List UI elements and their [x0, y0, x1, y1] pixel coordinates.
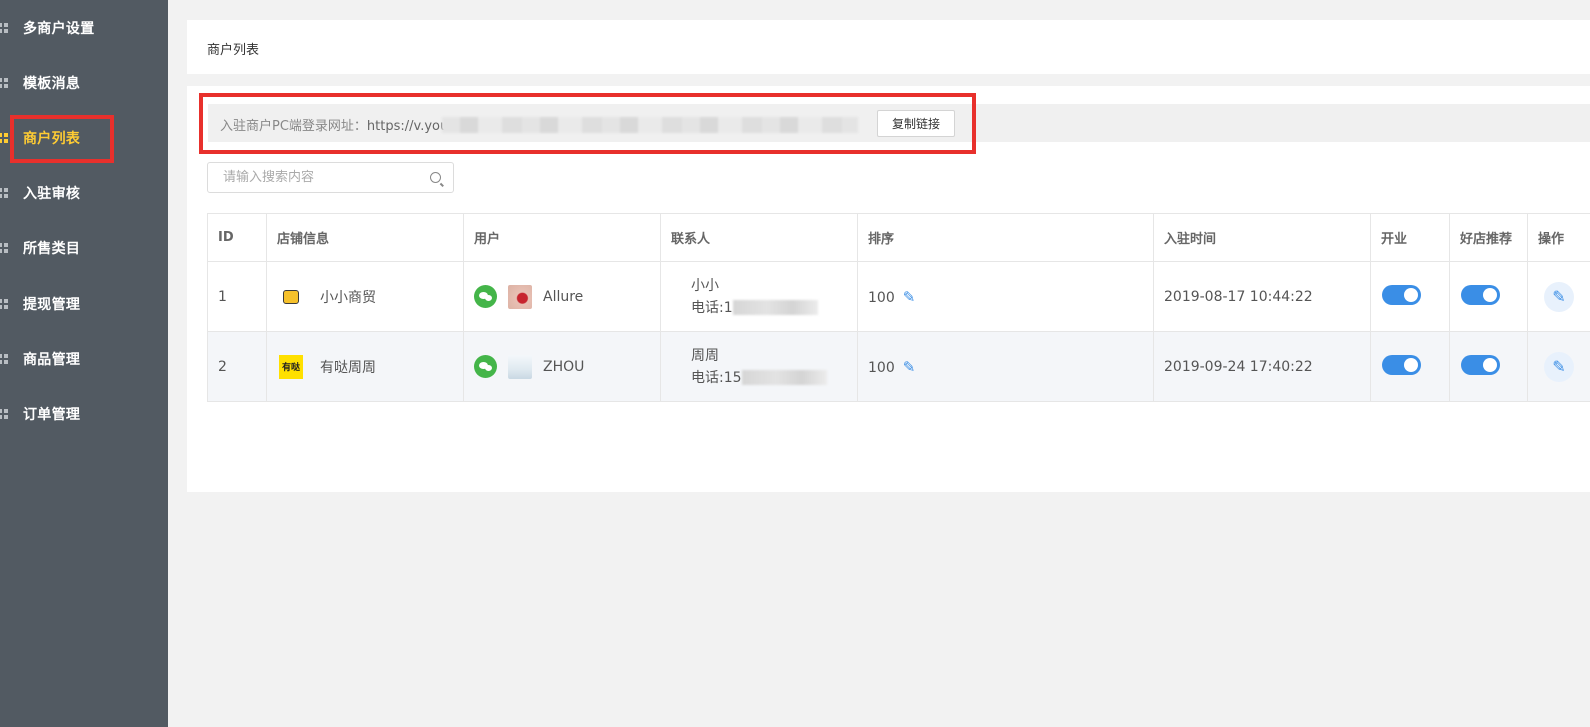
cell-actions: ✎ — [1527, 261, 1590, 332]
sidebar-item-categories[interactable]: 所售类目 — [0, 228, 168, 268]
column-header-open[interactable]: 开业 — [1370, 213, 1450, 262]
contact-name: 小小 — [691, 277, 719, 294]
sidebar-item-label: 模板消息 — [23, 76, 81, 92]
sidebar-item-products[interactable]: 商品管理 — [0, 339, 168, 379]
cell-contact: 小小 电话:1 — [660, 261, 858, 332]
table-row: 1 小小商贸 Allure 小小 电话:1 100 ✎ 2019-08-17 1… — [207, 261, 1590, 332]
contact-name: 周周 — [691, 347, 719, 364]
sidebar-item-template-messages[interactable]: 模板消息 — [0, 63, 168, 103]
open-toggle[interactable] — [1382, 284, 1421, 305]
search-icon[interactable] — [430, 172, 441, 183]
cell-time: 2019-09-24 17:40:22 — [1153, 331, 1371, 402]
recommend-toggle[interactable] — [1461, 284, 1500, 305]
contact-phone: 电话:15 — [691, 369, 742, 386]
cell-recommend — [1449, 331, 1528, 402]
wechat-icon — [474, 285, 497, 308]
edit-button[interactable]: ✎ — [1544, 281, 1574, 312]
search-box — [207, 162, 454, 193]
pencil-icon: ✎ — [1552, 357, 1566, 376]
avatar — [508, 354, 532, 379]
shopping-bag-icon — [283, 289, 299, 304]
sidebar-item-label: 多商户设置 — [23, 21, 95, 37]
sidebar-item-label: 提现管理 — [23, 297, 81, 313]
sidebar-item-multi-merchant-settings[interactable]: 多商户设置 — [0, 8, 168, 48]
column-header-recommend[interactable]: 好店推荐 — [1449, 213, 1528, 262]
cell-open — [1370, 261, 1450, 332]
pencil-icon[interactable]: ✎ — [903, 358, 916, 376]
column-header-actions[interactable]: 操作 — [1527, 213, 1590, 262]
cell-user: Allure — [463, 261, 661, 332]
pencil-icon: ✎ — [1552, 287, 1566, 306]
column-header-sort[interactable]: 排序 — [857, 213, 1154, 262]
user-name: ZHOU — [543, 358, 585, 375]
sidebar-item-entry-review[interactable]: 入驻审核 — [0, 173, 168, 213]
grid-icon — [0, 243, 8, 253]
cell-recommend — [1449, 261, 1528, 332]
cell-actions: ✎ — [1527, 331, 1590, 402]
cell-id: 1 — [207, 261, 267, 332]
pencil-icon[interactable]: ✎ — [903, 288, 916, 306]
url-highlight-box — [199, 93, 976, 154]
sidebar: 多商户设置 模板消息 商户列表 入驻审核 所售类目 提现管理 商品管理 订单管理 — [0, 0, 168, 727]
column-header-shop[interactable]: 店铺信息 — [266, 213, 464, 262]
cell-id: 2 — [207, 331, 267, 402]
contact-phone: 电话:1 — [691, 299, 733, 316]
sidebar-item-label: 订单管理 — [23, 407, 81, 423]
grid-icon — [0, 78, 8, 88]
table-row: 2 有哒 有哒周周 ZHOU 周周 电话:15 100 ✎ 2019-09-24… — [207, 331, 1590, 402]
sidebar-item-label: 入驻审核 — [23, 186, 81, 202]
redacted-phone — [732, 300, 818, 315]
grid-icon — [0, 188, 8, 198]
sort-value: 100 — [868, 289, 895, 306]
grid-icon — [0, 23, 8, 33]
open-toggle[interactable] — [1382, 354, 1421, 375]
shop-name: 小小商贸 — [320, 289, 376, 306]
user-name: Allure — [543, 288, 584, 305]
cell-open — [1370, 331, 1450, 402]
cell-sort: 100 ✎ — [857, 331, 1154, 402]
search-input[interactable] — [208, 163, 423, 192]
wechat-icon — [474, 355, 497, 378]
page-title: 商户列表 — [207, 43, 260, 58]
recommend-toggle[interactable] — [1461, 354, 1500, 375]
active-highlight-box — [10, 115, 114, 163]
cell-sort: 100 ✎ — [857, 261, 1154, 332]
table-header-row: ID 店铺信息 用户 联系人 排序 入驻时间 开业 好店推荐 操作 — [207, 213, 1590, 262]
sidebar-item-label: 所售类目 — [23, 241, 81, 257]
shop-logo — [279, 284, 303, 309]
grid-icon — [0, 133, 8, 143]
grid-icon — [0, 354, 8, 364]
page-header: 商户列表 — [187, 20, 1590, 74]
sidebar-item-label: 商品管理 — [23, 352, 81, 368]
shop-logo: 有哒 — [279, 354, 303, 379]
grid-icon — [0, 409, 8, 419]
column-header-user[interactable]: 用户 — [463, 213, 661, 262]
shop-name: 有哒周周 — [320, 359, 376, 376]
cell-contact: 周周 电话:15 — [660, 331, 858, 402]
grid-icon — [0, 299, 8, 309]
column-header-contact[interactable]: 联系人 — [660, 213, 858, 262]
merchant-table: ID 店铺信息 用户 联系人 排序 入驻时间 开业 好店推荐 操作 1 小小商贸 — [207, 213, 1590, 402]
sidebar-item-withdrawal[interactable]: 提现管理 — [0, 284, 168, 324]
redacted-phone — [741, 370, 827, 385]
column-header-time[interactable]: 入驻时间 — [1153, 213, 1371, 262]
cell-time: 2019-08-17 10:44:22 — [1153, 261, 1371, 332]
sort-value: 100 — [868, 359, 895, 376]
cell-shop: 有哒 有哒周周 — [266, 331, 464, 402]
avatar — [508, 284, 532, 309]
cell-user: ZHOU — [463, 331, 661, 402]
cell-shop: 小小商贸 — [266, 261, 464, 332]
sidebar-item-orders[interactable]: 订单管理 — [0, 394, 168, 434]
edit-button[interactable]: ✎ — [1544, 351, 1574, 382]
column-header-id[interactable]: ID — [207, 213, 267, 262]
